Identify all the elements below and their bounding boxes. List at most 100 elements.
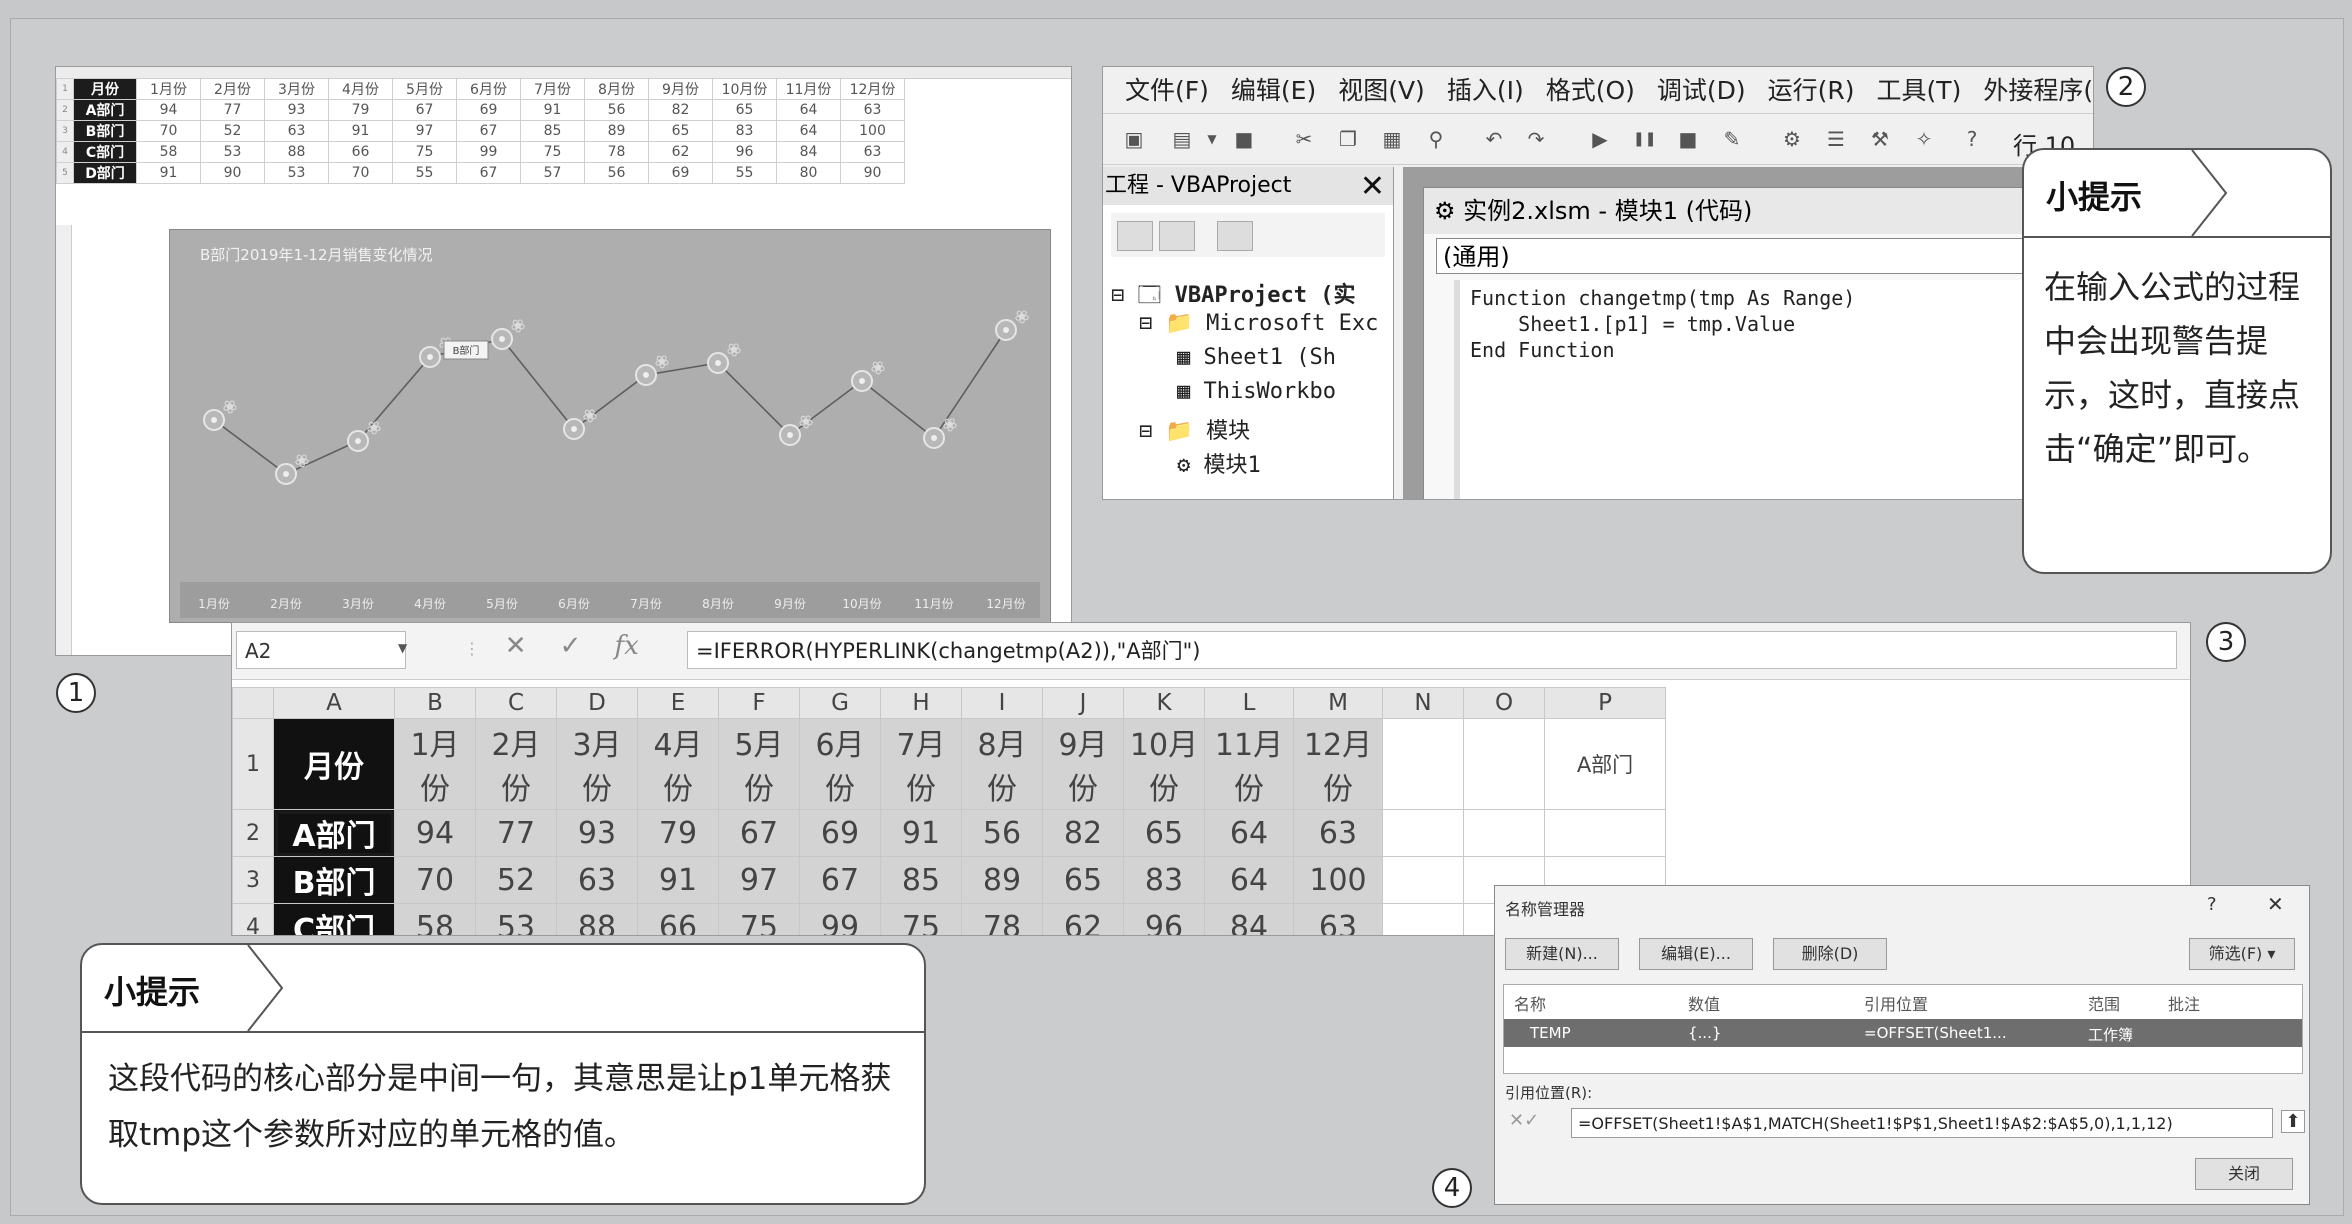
table-cell[interactable]: 58 xyxy=(136,141,201,163)
table-cell[interactable]: 67 xyxy=(799,856,881,904)
table-cell[interactable]: 7月份 xyxy=(520,78,585,100)
table-cell[interactable]: 91 xyxy=(328,120,393,142)
table-cell[interactable]: 66 xyxy=(637,903,719,935)
table-cell[interactable]: 85 xyxy=(880,856,962,904)
table-cell[interactable]: 11月份 xyxy=(1204,718,1294,810)
tree-item-vbaproject[interactable]: ⊟ 🗔 VBAProject (实 xyxy=(1111,277,1378,311)
properties-icon[interactable]: ☰ xyxy=(1825,128,1847,150)
column-header[interactable]: H xyxy=(880,687,962,719)
toggle-folders-icon[interactable] xyxy=(1217,221,1253,251)
filter-button[interactable]: 筛选(F) ▾ xyxy=(2189,938,2295,970)
tree-item-microsoft-excel[interactable]: ⊟ 📁 Microsoft Exc xyxy=(1111,311,1378,345)
table-cell[interactable]: 63 xyxy=(556,856,638,904)
table-cell[interactable]: 67 xyxy=(456,162,521,184)
new-button[interactable]: 新建(N)... xyxy=(1505,938,1619,970)
table-cell[interactable]: 97 xyxy=(718,856,800,904)
cancel-icon[interactable]: ✕ xyxy=(505,631,527,661)
table-cell[interactable]: 52 xyxy=(475,856,557,904)
table-cell[interactable]: 69 xyxy=(799,809,881,857)
table-cell[interactable]: 12月份 xyxy=(1293,718,1383,810)
table-cell[interactable]: 3月份 xyxy=(264,78,329,100)
column-header[interactable]: G xyxy=(799,687,881,719)
table-cell[interactable]: 53 xyxy=(200,141,265,163)
table-cell[interactable]: 57 xyxy=(520,162,585,184)
table-cell[interactable]: 64 xyxy=(776,120,841,142)
table-cell[interactable]: 80 xyxy=(776,162,841,184)
column-header[interactable]: D xyxy=(556,687,638,719)
table-cell[interactable]: 9月份 xyxy=(648,78,713,100)
column-header[interactable]: J xyxy=(1042,687,1124,719)
object-combo[interactable]: (通用) xyxy=(1436,238,2066,274)
table-cell[interactable]: 2月份 xyxy=(200,78,265,100)
table-cell[interactable]: 84 xyxy=(1204,903,1294,935)
table-cell[interactable]: 70 xyxy=(136,120,201,142)
table-cell[interactable]: 65 xyxy=(1042,856,1124,904)
row-number[interactable]: 1 xyxy=(232,718,274,810)
save-icon[interactable]: ■ xyxy=(1233,128,1255,150)
table-cell[interactable]: 65 xyxy=(1123,809,1205,857)
help-icon[interactable]: ? xyxy=(2207,894,2217,915)
table-cell[interactable]: 88 xyxy=(264,141,329,163)
table-cell[interactable] xyxy=(1463,718,1545,810)
select-all-corner[interactable] xyxy=(232,687,274,719)
table-cell[interactable]: 62 xyxy=(648,141,713,163)
menu-item[interactable]: 工具(T) xyxy=(1877,71,1962,107)
paste-icon[interactable]: ▦ xyxy=(1381,128,1403,150)
column-header[interactable]: L xyxy=(1204,687,1294,719)
view-code-icon[interactable] xyxy=(1117,221,1153,251)
tree-item-thisworkbook[interactable]: ▦ ThisWorkbo xyxy=(1111,379,1378,413)
column-header[interactable]: B xyxy=(394,687,476,719)
object-browser-icon[interactable]: ⚒ xyxy=(1869,128,1891,150)
row-label-cell[interactable]: A部门 xyxy=(273,809,395,857)
column-header[interactable]: I xyxy=(961,687,1043,719)
menu-item[interactable]: 格式(O) xyxy=(1546,71,1635,107)
row-label-cell[interactable]: 月份 xyxy=(73,78,137,100)
name-box-dropdown-icon[interactable]: ▼ xyxy=(398,641,407,655)
table-cell[interactable]: 93 xyxy=(264,99,329,121)
column-header[interactable]: O xyxy=(1463,687,1545,719)
table-cell[interactable]: 2月份 xyxy=(475,718,557,810)
table-cell[interactable]: 75 xyxy=(392,141,457,163)
column-header[interactable]: K xyxy=(1123,687,1205,719)
table-cell[interactable]: 82 xyxy=(648,99,713,121)
table-cell[interactable]: 75 xyxy=(520,141,585,163)
stop-icon[interactable]: ■ xyxy=(1677,128,1699,150)
table-cell[interactable]: 65 xyxy=(648,120,713,142)
table-cell[interactable]: 67 xyxy=(718,809,800,857)
close-icon[interactable]: ✕ xyxy=(2267,892,2284,916)
collapse-dialog-icon[interactable]: ⬆ xyxy=(2281,1110,2305,1133)
table-cell[interactable]: 65 xyxy=(712,99,777,121)
table-cell[interactable] xyxy=(1382,903,1464,935)
table-cell[interactable]: 99 xyxy=(799,903,881,935)
column-header[interactable]: C xyxy=(475,687,557,719)
table-cell[interactable] xyxy=(1463,809,1545,857)
menu-item[interactable]: 编辑(E) xyxy=(1231,71,1316,107)
insert-form-icon[interactable]: ▤ xyxy=(1171,128,1193,150)
table-cell[interactable]: 10月份 xyxy=(1123,718,1205,810)
table-cell[interactable]: 67 xyxy=(456,120,521,142)
names-list[interactable]: 名称 数值 引用位置 范围 批注 TEMP {...} =OFFSET(Shee… xyxy=(1503,984,2303,1074)
table-cell[interactable]: 94 xyxy=(394,809,476,857)
row-label-cell[interactable]: C部门 xyxy=(273,903,395,935)
table-cell[interactable]: 91 xyxy=(136,162,201,184)
project-explorer-icon[interactable]: ⚙ xyxy=(1781,128,1803,150)
menu-item[interactable]: 调试(D) xyxy=(1657,71,1746,107)
table-cell[interactable]: 55 xyxy=(392,162,457,184)
tree-item-module1[interactable]: ⚙ 模块1 xyxy=(1111,447,1378,481)
tree-item-sheet1[interactable]: ▦ Sheet1 (Sh xyxy=(1111,345,1378,379)
table-cell[interactable]: 75 xyxy=(880,903,962,935)
table-cell[interactable]: 11月份 xyxy=(776,78,841,100)
table-cell[interactable]: 83 xyxy=(712,120,777,142)
name-box[interactable]: A2 xyxy=(236,631,406,669)
table-cell[interactable]: A部门 xyxy=(1544,718,1666,810)
table-cell[interactable]: 1月份 xyxy=(136,78,201,100)
table-cell[interactable]: 63 xyxy=(840,99,905,121)
row-number[interactable]: 2 xyxy=(232,809,274,857)
excel-icon[interactable]: ▣ xyxy=(1123,128,1145,150)
table-cell[interactable]: 69 xyxy=(648,162,713,184)
table-cell[interactable]: 8月份 xyxy=(961,718,1043,810)
table-cell[interactable]: 55 xyxy=(712,162,777,184)
row-label-cell[interactable]: C部门 xyxy=(73,141,137,163)
table-cell[interactable] xyxy=(1382,856,1464,904)
table-cell[interactable]: 56 xyxy=(961,809,1043,857)
